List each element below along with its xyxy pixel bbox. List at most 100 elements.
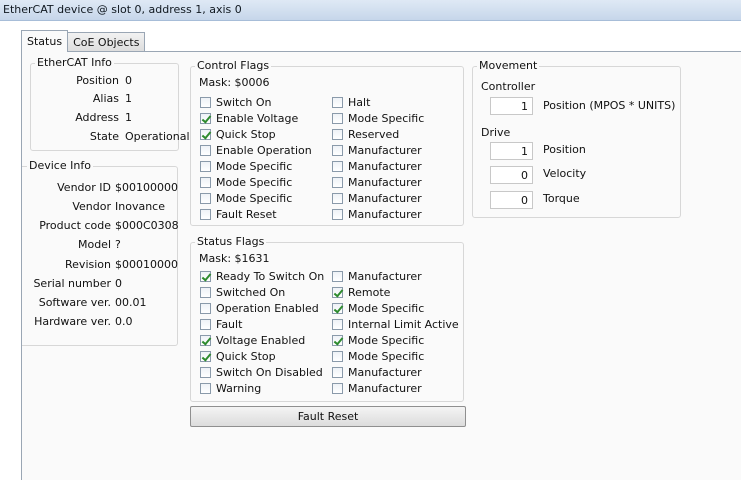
checkbox[interactable] bbox=[332, 209, 343, 220]
checkbox[interactable] bbox=[332, 303, 343, 314]
status-flag-fault[interactable]: Fault bbox=[200, 317, 242, 332]
status-flag-operation-enabled[interactable]: Operation Enabled bbox=[200, 301, 319, 316]
checkbox[interactable] bbox=[200, 129, 211, 140]
checkbox[interactable] bbox=[332, 161, 343, 172]
device-info-label: Software ver. bbox=[38, 296, 111, 309]
status-flag-manufacturer-8[interactable]: Manufacturer bbox=[332, 269, 422, 284]
tab-coe-objects[interactable]: CoE Objects bbox=[67, 32, 146, 52]
controller-label: Controller bbox=[481, 80, 536, 93]
control-flag-manufacturer-11[interactable]: Manufacturer bbox=[332, 143, 422, 158]
status-flag-ready-to-switch-on[interactable]: Ready To Switch On bbox=[200, 269, 324, 284]
status-flag-switched-on[interactable]: Switched On bbox=[200, 285, 285, 300]
checkbox[interactable] bbox=[332, 271, 343, 282]
checkbox[interactable] bbox=[200, 303, 211, 314]
checkbox[interactable] bbox=[200, 287, 211, 298]
window-title-bar: EtherCAT device @ slot 0, address 1, axi… bbox=[0, 0, 741, 21]
device-info-label: Serial number bbox=[33, 277, 111, 290]
control-flag-manufacturer-14[interactable]: Manufacturer bbox=[332, 191, 422, 206]
device-info-label: Vendor ID bbox=[57, 181, 111, 194]
control-flag-mode-specific-9[interactable]: Mode Specific bbox=[332, 111, 424, 126]
checkbox[interactable] bbox=[332, 193, 343, 204]
drive-torque-label: Torque bbox=[543, 192, 580, 205]
checkbox[interactable] bbox=[200, 177, 211, 188]
status-flag-voltage-enabled[interactable]: Voltage Enabled bbox=[200, 333, 305, 348]
checkbox[interactable] bbox=[332, 177, 343, 188]
checkbox[interactable] bbox=[332, 351, 343, 362]
flag-label: Enable Voltage bbox=[216, 112, 299, 125]
checkbox[interactable] bbox=[332, 367, 343, 378]
checkbox[interactable] bbox=[200, 271, 211, 282]
ethercat-info-group: EtherCAT Info Position 0 Alias 1 Address… bbox=[30, 56, 190, 151]
checkbox[interactable] bbox=[200, 97, 211, 108]
flag-label: Ready To Switch On bbox=[216, 270, 325, 283]
status-flag-internal-limit-active[interactable]: Internal Limit Active bbox=[332, 317, 459, 332]
status-flag-remote[interactable]: Remote bbox=[332, 285, 390, 300]
checkbox[interactable] bbox=[332, 129, 343, 140]
control-flag-halt[interactable]: Halt bbox=[332, 95, 370, 110]
status-flag-manufacturer-14[interactable]: Manufacturer bbox=[332, 365, 422, 380]
control-flag-manufacturer-15[interactable]: Manufacturer bbox=[332, 207, 422, 222]
ethercat-info-value: 0 bbox=[125, 74, 132, 87]
checkbox[interactable] bbox=[332, 287, 343, 298]
ethercat-info-label: Alias bbox=[92, 92, 119, 105]
device-info-value: 0 bbox=[115, 277, 122, 290]
flag-label: Fault Reset bbox=[216, 208, 277, 221]
device-info-value: 0.0 bbox=[115, 315, 133, 328]
device-info-value: $00100000 bbox=[115, 181, 178, 194]
status-flag-mode-specific-13[interactable]: Mode Specific bbox=[332, 349, 424, 364]
control-flag-mode-specific-5[interactable]: Mode Specific bbox=[200, 175, 292, 190]
checkbox[interactable] bbox=[200, 145, 211, 156]
checkbox[interactable] bbox=[332, 145, 343, 156]
control-flag-mode-specific-4[interactable]: Mode Specific bbox=[200, 159, 292, 174]
control-flag-manufacturer-13[interactable]: Manufacturer bbox=[332, 175, 422, 190]
flag-label: Remote bbox=[348, 286, 391, 299]
control-flag-manufacturer-12[interactable]: Manufacturer bbox=[332, 159, 422, 174]
control-flag-switch-on[interactable]: Switch On bbox=[200, 95, 272, 110]
control-flags-mask: Mask: $0006 bbox=[199, 76, 270, 89]
control-flag-mode-specific-6[interactable]: Mode Specific bbox=[200, 191, 292, 206]
checkbox[interactable] bbox=[200, 161, 211, 172]
status-flag-warning[interactable]: Warning bbox=[200, 381, 261, 396]
flag-label: Switched On bbox=[216, 286, 286, 299]
drive-torque-field[interactable]: 0 bbox=[490, 191, 533, 209]
checkbox[interactable] bbox=[332, 97, 343, 108]
control-flag-reserved[interactable]: Reserved bbox=[332, 127, 399, 142]
checkbox[interactable] bbox=[332, 335, 343, 346]
flag-label: Mode Specific bbox=[216, 192, 293, 205]
control-flag-fault-reset[interactable]: Fault Reset bbox=[200, 207, 277, 222]
flag-label: Operation Enabled bbox=[216, 302, 319, 315]
control-flag-enable-operation[interactable]: Enable Operation bbox=[200, 143, 312, 158]
status-flag-mode-specific-10[interactable]: Mode Specific bbox=[332, 301, 424, 316]
control-flag-enable-voltage[interactable]: Enable Voltage bbox=[200, 111, 298, 126]
flag-label: Enable Operation bbox=[216, 144, 312, 157]
control-flag-quick-stop[interactable]: Quick Stop bbox=[200, 127, 276, 142]
ethercat-info-label: State bbox=[89, 130, 119, 143]
fault-reset-button[interactable]: Fault Reset bbox=[190, 406, 466, 427]
status-flag-mode-specific-12[interactable]: Mode Specific bbox=[332, 333, 424, 348]
flag-label: Manufacturer bbox=[348, 208, 422, 221]
drive-velocity-field[interactable]: 0 bbox=[490, 166, 533, 184]
checkbox[interactable] bbox=[332, 383, 343, 394]
checkbox[interactable] bbox=[200, 351, 211, 362]
drive-position-field[interactable]: 1 bbox=[490, 142, 533, 160]
controller-position-field[interactable]: 1 bbox=[490, 97, 533, 115]
flag-label: Internal Limit Active bbox=[348, 318, 459, 331]
checkbox[interactable] bbox=[332, 113, 343, 124]
device-info-title: Device Info bbox=[27, 159, 93, 172]
checkbox[interactable] bbox=[200, 113, 211, 124]
checkbox[interactable] bbox=[200, 193, 211, 204]
status-tab-panel: EtherCAT Info Position 0 Alias 1 Address… bbox=[21, 51, 741, 480]
status-flag-quick-stop[interactable]: Quick Stop bbox=[200, 349, 276, 364]
flag-label: Reserved bbox=[348, 128, 400, 141]
status-flag-manufacturer-15[interactable]: Manufacturer bbox=[332, 381, 422, 396]
checkbox[interactable] bbox=[200, 367, 211, 378]
checkbox[interactable] bbox=[200, 209, 211, 220]
tab-status[interactable]: Status bbox=[21, 30, 69, 52]
checkbox[interactable] bbox=[200, 335, 211, 346]
window-title: EtherCAT device @ slot 0, address 1, axi… bbox=[3, 3, 242, 16]
checkbox[interactable] bbox=[200, 383, 211, 394]
checkbox[interactable] bbox=[200, 319, 211, 330]
checkbox[interactable] bbox=[332, 319, 343, 330]
status-flag-switch-on-disabled[interactable]: Switch On Disabled bbox=[200, 365, 323, 380]
tab-strip: Status CoE Objects bbox=[21, 30, 146, 52]
